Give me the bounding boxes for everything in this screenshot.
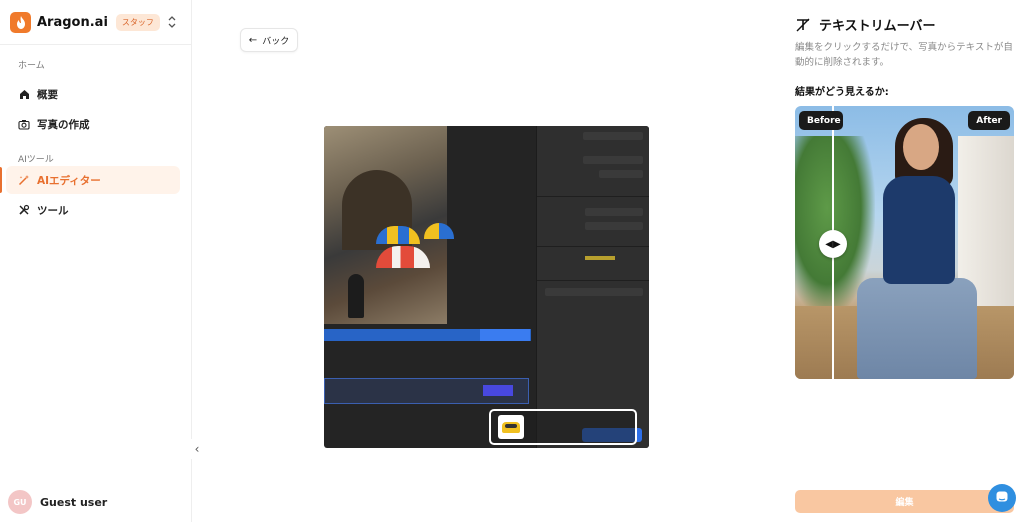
sidebar-item-create-photo[interactable]: 写真の作成: [6, 110, 180, 138]
user-profile[interactable]: GU Guest user: [8, 490, 107, 514]
panel-divider: [537, 246, 649, 247]
thumbnail-taxi: [498, 415, 524, 439]
home-icon: [18, 88, 30, 100]
left-right-arrows-icon: ◀▶: [825, 238, 841, 250]
panel-row: [585, 208, 643, 216]
tool-header: テキストリムーバー: [795, 15, 935, 34]
photo-umbrella: [424, 223, 454, 239]
comparison-slider-handle[interactable]: ◀▶: [819, 230, 847, 258]
sidebar-item-label: 写真の作成: [37, 118, 90, 131]
photo-person: [348, 274, 364, 318]
photo-umbrella: [376, 226, 420, 244]
avatar: GU: [8, 490, 32, 514]
before-after-preview: ◀▶ Before After: [795, 106, 1014, 379]
tool-title: テキストリムーバー: [819, 19, 936, 34]
sidebar: Aragon.ai スタッフ ホーム 概要 写真の作成 AIツール AIエディタ…: [0, 0, 192, 522]
section-label-home: ホーム: [18, 61, 45, 71]
panel-row: [599, 170, 643, 178]
preview-jeans: [857, 278, 977, 379]
chat-icon: [995, 489, 1009, 508]
timeline-clip: [483, 385, 513, 396]
timeline-track: [480, 329, 530, 341]
result-label: 結果がどう見えるか:: [795, 87, 889, 98]
sidebar-item-tools[interactable]: ツール: [6, 196, 180, 224]
user-name: Guest user: [40, 495, 108, 509]
flame-logo-icon: [10, 11, 31, 33]
thumbnail-strip: [489, 409, 637, 445]
arrow-left-icon: ←: [248, 34, 258, 46]
chevron-left-icon: ‹: [194, 442, 200, 456]
chevron-up-down-icon[interactable]: [168, 16, 176, 28]
panel-highlight: [585, 256, 615, 260]
collapse-sidebar-button[interactable]: ‹: [187, 439, 207, 459]
brand-name: Aragon.ai: [37, 14, 108, 30]
panel-divider: [537, 196, 649, 197]
text-remove-icon: [795, 17, 811, 33]
camera-icon: [18, 118, 30, 130]
chat-button[interactable]: [988, 484, 1016, 512]
panel-row: [583, 132, 643, 140]
back-button[interactable]: ← バック: [240, 28, 298, 52]
editor-side-panel: [536, 126, 649, 448]
editor-preview-image: [324, 126, 649, 448]
sidebar-divider: [0, 44, 191, 45]
preview-shirt: [883, 176, 955, 284]
timeline-track: [324, 378, 529, 404]
car-icon: [502, 421, 520, 433]
after-label: After: [968, 111, 1010, 130]
active-indicator: [0, 167, 2, 193]
edit-button[interactable]: 編集: [795, 490, 1014, 513]
before-label: Before: [799, 111, 843, 130]
sidebar-item-label: AIエディター: [37, 174, 101, 187]
magic-wand-icon: [18, 174, 30, 186]
panel-row: [545, 288, 643, 296]
tools-icon: [18, 204, 30, 216]
panel-row: [583, 156, 643, 164]
street-photo: [324, 126, 454, 324]
photo-umbrella: [376, 246, 430, 268]
sidebar-item-label: 概要: [37, 88, 58, 101]
panel-row: [585, 222, 643, 230]
staff-badge: スタッフ: [115, 13, 160, 31]
sidebar-item-ai-editor[interactable]: AIエディター: [6, 166, 180, 194]
app-root: Aragon.ai スタッフ ホーム 概要 写真の作成 AIツール AIエディタ…: [0, 0, 1024, 522]
section-label-ai-tools: AIツール: [18, 155, 54, 165]
brand-header[interactable]: Aragon.ai スタッフ: [10, 11, 176, 33]
preview-head: [903, 124, 939, 170]
panel-divider: [537, 280, 649, 281]
sidebar-item-label: ツール: [37, 204, 69, 217]
back-button-label: バック: [262, 36, 290, 47]
tool-description: 編集をクリックするだけで、写真からテキストが自動的に削除されます。: [795, 42, 1013, 68]
sidebar-item-overview[interactable]: 概要: [6, 80, 180, 108]
